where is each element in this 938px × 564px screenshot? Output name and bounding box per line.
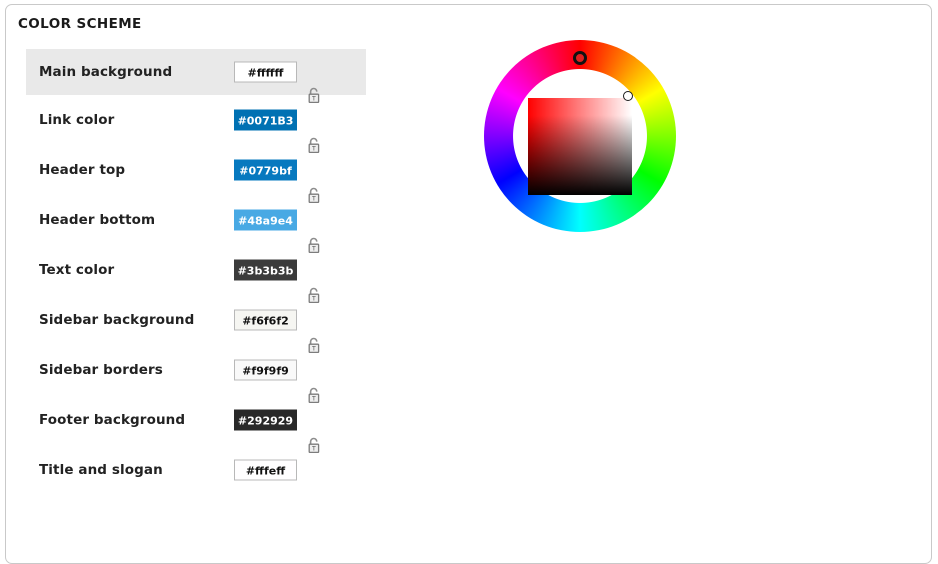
color-value-input[interactable]: #ffffff bbox=[234, 61, 297, 83]
color-row-label: Header top bbox=[39, 162, 126, 178]
color-row: Text color #3b3b3b T bbox=[6, 237, 476, 295]
color-row-label: Header bottom bbox=[39, 212, 156, 228]
color-row-label: Sidebar borders bbox=[39, 362, 163, 378]
color-value-input[interactable]: #0071B3 bbox=[234, 109, 297, 131]
color-row: Sidebar background #f6f6f2 T bbox=[6, 287, 476, 345]
hue-marker-handle[interactable] bbox=[573, 51, 587, 65]
color-rows-list: Main background #ffffff Link color #0071B3 T… bbox=[6, 49, 476, 495]
svg-text:T: T bbox=[311, 145, 316, 152]
unlocked-padlock-icon[interactable]: T bbox=[306, 236, 323, 254]
color-row: Link color #0071B3 T bbox=[6, 87, 476, 145]
saturation-value-square[interactable] bbox=[528, 98, 632, 195]
color-row-label: Text color bbox=[39, 262, 115, 278]
unlocked-padlock-icon[interactable]: T bbox=[306, 86, 323, 104]
svg-text:T: T bbox=[311, 445, 316, 452]
color-wheel-picker[interactable] bbox=[484, 40, 676, 232]
color-value-input[interactable]: #f9f9f9 bbox=[234, 359, 297, 381]
color-row: Footer background #292929 T bbox=[6, 387, 476, 445]
color-row: Header top #0779bf T bbox=[6, 137, 476, 195]
saturation-value-marker-handle[interactable] bbox=[623, 91, 633, 101]
svg-text:T: T bbox=[311, 395, 316, 402]
color-row-label: Sidebar background bbox=[39, 312, 195, 328]
svg-text:T: T bbox=[311, 345, 316, 352]
color-value-input[interactable]: #292929 bbox=[234, 409, 297, 431]
color-value-input[interactable]: #3b3b3b bbox=[234, 259, 297, 281]
color-row: Sidebar borders #f9f9f9 T bbox=[6, 337, 476, 395]
color-value-input[interactable]: #48a9e4 bbox=[234, 209, 297, 231]
color-value-input[interactable]: #f6f6f2 bbox=[234, 309, 297, 331]
color-row-label: Main background bbox=[39, 64, 173, 80]
unlocked-padlock-icon[interactable]: T bbox=[306, 386, 323, 404]
color-row-label: Footer background bbox=[39, 412, 186, 428]
color-value-input[interactable]: #fffeff bbox=[234, 459, 297, 481]
unlocked-padlock-icon[interactable]: T bbox=[306, 336, 323, 354]
color-row-label: Link color bbox=[39, 112, 115, 128]
color-value-input[interactable]: #0779bf bbox=[234, 159, 297, 181]
unlocked-padlock-icon[interactable]: T bbox=[306, 286, 323, 304]
color-scheme-panel: COLOR SCHEME Color set Blue Lagoon (defa… bbox=[5, 4, 932, 564]
page-title: COLOR SCHEME bbox=[18, 16, 142, 32]
svg-text:T: T bbox=[311, 245, 316, 252]
svg-text:T: T bbox=[311, 295, 316, 302]
unlocked-padlock-icon[interactable]: T bbox=[306, 186, 323, 204]
color-row: Main background #ffffff bbox=[6, 49, 476, 95]
svg-text:T: T bbox=[311, 195, 316, 202]
color-row: Title and slogan #fffeff T bbox=[6, 437, 476, 495]
unlocked-padlock-icon[interactable]: T bbox=[306, 136, 323, 154]
color-row: Header bottom #48a9e4 T bbox=[6, 187, 476, 245]
svg-text:T: T bbox=[311, 95, 316, 102]
unlocked-padlock-icon[interactable]: T bbox=[306, 436, 323, 454]
color-row-label: Title and slogan bbox=[39, 462, 163, 478]
